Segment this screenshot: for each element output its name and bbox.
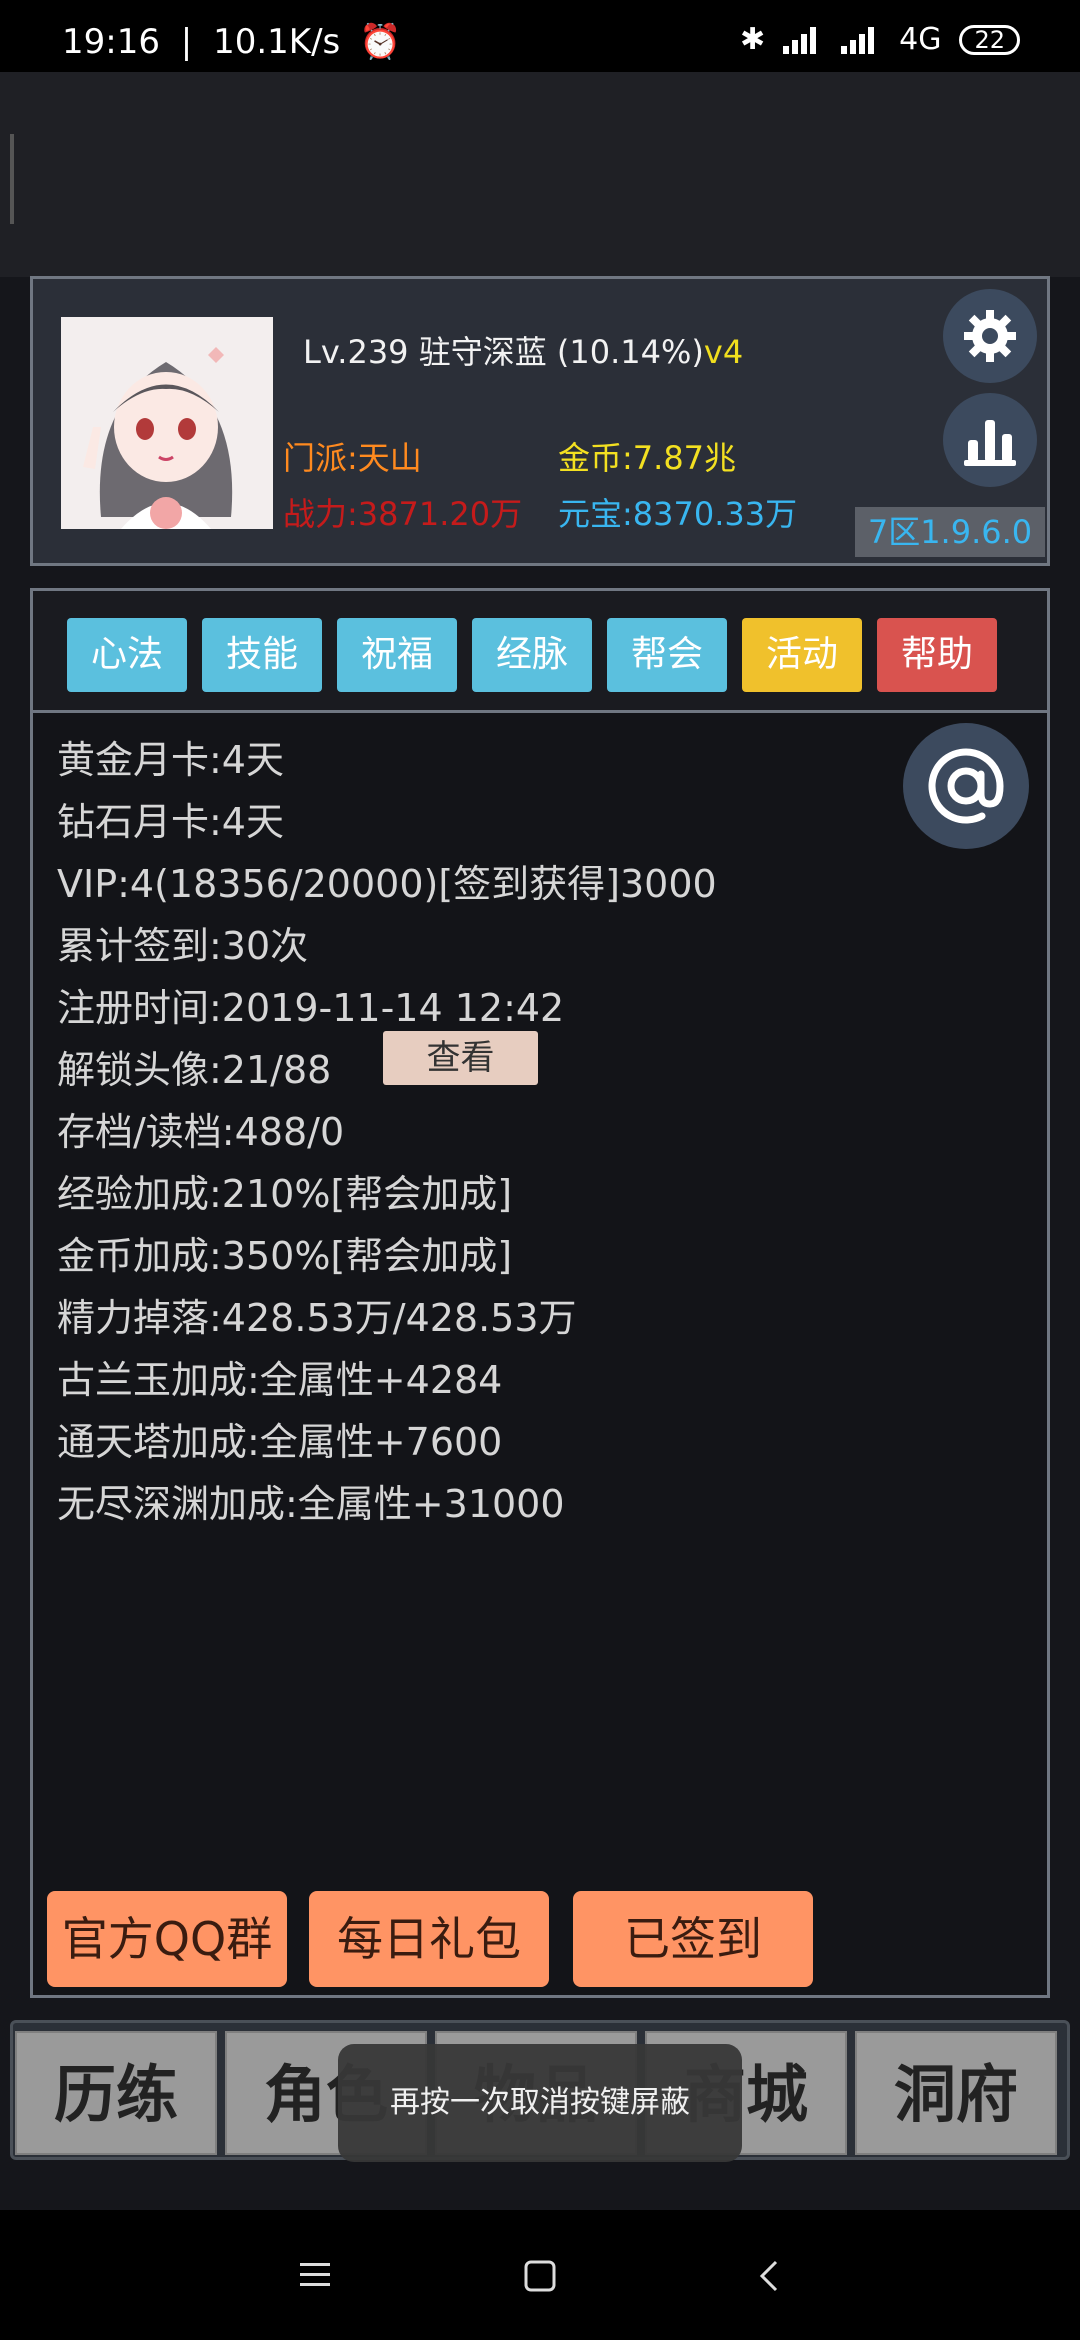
profile-panel: Lv.239 驻守深蓝 (10.14%)v4 门派:天山 金币:7.87兆 战力… bbox=[30, 276, 1050, 566]
signal-hd-icon bbox=[841, 26, 881, 54]
toast-message: 再按一次取消按键屏蔽 bbox=[338, 2044, 742, 2162]
info-gulanyu-bonus: 古兰玉加成:全属性+4284 bbox=[57, 1358, 503, 1402]
settings-button[interactable] bbox=[943, 289, 1037, 383]
official-qq-group-button[interactable]: 官方QQ群 bbox=[47, 1891, 287, 1987]
bar-chart-icon bbox=[964, 420, 1016, 466]
status-time: 19:16 | 10.1K/s ⏰ bbox=[62, 22, 402, 62]
signed-in-button[interactable]: 已签到 bbox=[573, 1891, 813, 1987]
power-stat: 战力:3871.20万 bbox=[283, 495, 523, 533]
clock-text: 19:16 bbox=[62, 22, 160, 62]
status-icons: ✱ 4G 22 bbox=[740, 22, 1020, 57]
info-gold-bonus: 金币加成:350%[帮会加成] bbox=[57, 1234, 513, 1278]
back-icon[interactable] bbox=[754, 2258, 784, 2294]
gear-icon bbox=[964, 310, 1016, 362]
server-version: 7区1.9.6.0 bbox=[855, 507, 1045, 557]
top-blank-area bbox=[0, 72, 1080, 277]
stats-button[interactable] bbox=[943, 393, 1037, 487]
tab-blessing[interactable]: 祝福 bbox=[337, 618, 457, 692]
info-register-time: 注册时间:2019-11-14 12:42 bbox=[57, 986, 565, 1030]
info-panel: 黄金月卡:4天 钻石月卡:4天 VIP:4(18356/20000)[签到获得]… bbox=[30, 710, 1050, 1998]
tab-meridians[interactable]: 经脉 bbox=[472, 618, 592, 692]
home-icon[interactable] bbox=[522, 2258, 558, 2294]
tab-help[interactable]: 帮助 bbox=[877, 618, 997, 692]
gold-stat: 金币:7.87兆 bbox=[558, 439, 737, 477]
scroll-indicator bbox=[10, 134, 14, 224]
status-bar: 19:16 | 10.1K/s ⏰ ✱ 4G 22 bbox=[0, 0, 1080, 72]
battery-icon: 22 bbox=[959, 24, 1020, 55]
net-speed: 10.1K/s bbox=[213, 22, 341, 62]
player-title: Lv.239 驻守深蓝 (10.14%)v4 bbox=[303, 327, 743, 373]
daily-gift-button[interactable]: 每日礼包 bbox=[309, 1891, 549, 1987]
info-tower-bonus: 通天塔加成:全属性+7600 bbox=[57, 1420, 503, 1464]
vip-tag: v4 bbox=[703, 333, 744, 371]
avatar[interactable] bbox=[61, 317, 273, 529]
info-abyss-bonus: 无尽深渊加成:全属性+31000 bbox=[57, 1482, 565, 1526]
ingot-stat: 元宝:8370.33万 bbox=[558, 495, 798, 533]
info-signin-count: 累计签到:30次 bbox=[57, 924, 309, 968]
info-unlocked-avatars: 解锁头像:21/88 bbox=[57, 1048, 332, 1092]
function-tab-bar: 心法 技能 祝福 经脉 帮会 活动 帮助 bbox=[30, 588, 1050, 710]
tab-guild[interactable]: 帮会 bbox=[607, 618, 727, 692]
info-diamond-card: 钻石月卡:4天 bbox=[57, 800, 284, 844]
alarm-icon: ⏰ bbox=[359, 22, 402, 62]
info-exp-bonus: 经验加成:210%[帮会加成] bbox=[57, 1172, 513, 1216]
faction-stat: 门派:天山 bbox=[283, 439, 422, 477]
tab-events[interactable]: 活动 bbox=[742, 618, 862, 692]
signal-icon bbox=[783, 26, 823, 54]
tab-skills[interactable]: 技能 bbox=[202, 618, 322, 692]
view-avatars-button[interactable]: 查看 bbox=[383, 1031, 538, 1085]
info-energy-drop: 精力掉落:428.53万/428.53万 bbox=[57, 1296, 577, 1340]
system-nav-bar bbox=[0, 2210, 1080, 2340]
avatar-image bbox=[61, 317, 273, 529]
at-icon bbox=[928, 748, 1004, 824]
bluetooth-icon: ✱ bbox=[739, 22, 766, 57]
nav-training[interactable]: 历练 bbox=[15, 2031, 217, 2155]
info-vip: VIP:4(18356/20000)[签到获得]3000 bbox=[57, 862, 717, 906]
nav-cave[interactable]: 洞府 bbox=[855, 2031, 1057, 2155]
info-save-load: 存档/读档:488/0 bbox=[57, 1110, 345, 1154]
menu-icon[interactable] bbox=[298, 2260, 334, 2290]
tab-xinfa[interactable]: 心法 bbox=[67, 618, 187, 692]
level-title-text: Lv.239 驻守深蓝 (10.14%) bbox=[303, 333, 704, 371]
info-gold-card: 黄金月卡:4天 bbox=[57, 738, 284, 782]
network-type: 4G bbox=[899, 22, 942, 57]
mention-button[interactable] bbox=[903, 723, 1029, 849]
